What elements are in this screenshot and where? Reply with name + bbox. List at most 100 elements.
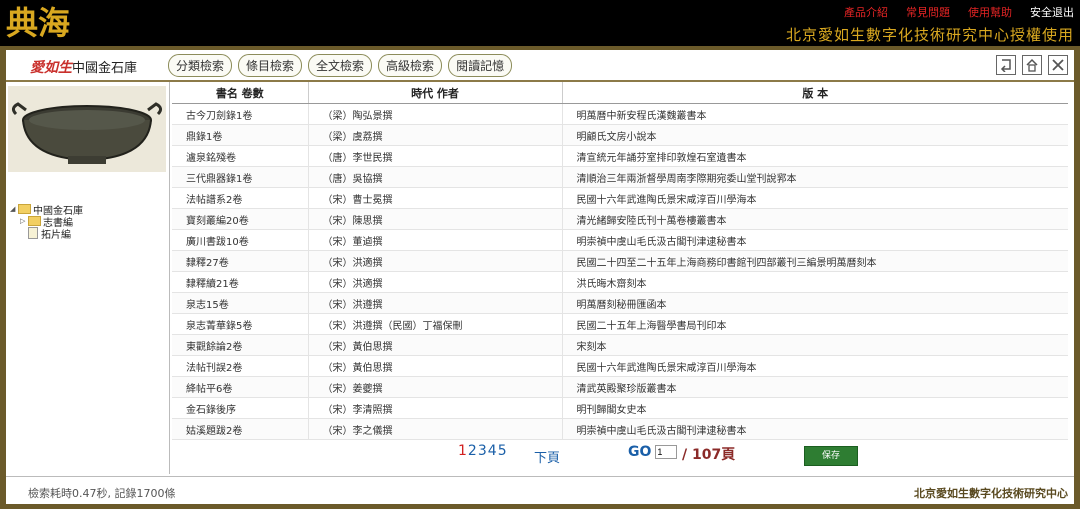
tab-reading-memory[interactable]: 閱讀記憶	[448, 54, 513, 77]
tab-category-search[interactable]: 分類檢索	[168, 54, 233, 77]
home-icon[interactable]	[1022, 55, 1042, 75]
cell-edition: 民國十六年武進陶氏景宋咸淳百川學海本	[562, 187, 1068, 209]
faq-link[interactable]: 常見問題	[906, 4, 950, 20]
cell-title[interactable]: 法帖譜系2卷	[172, 187, 309, 209]
toolbar: 愛如生中國金石庫 分類檢索 條目檢索 全文檢索 高級檢索 閱讀記憶	[6, 50, 1074, 82]
table-row[interactable]: 泉志15卷 （宋）洪遵撰 明萬曆刻秘冊匯函本	[172, 292, 1068, 314]
cell-author: （宋）黃伯思撰	[308, 355, 563, 377]
cell-title[interactable]: 隸釋27卷	[172, 250, 309, 272]
cell-title[interactable]: 鼎錄1卷	[172, 124, 309, 146]
database-brand: 愛如生中國金石庫	[30, 57, 137, 77]
cell-title[interactable]: 法帖刊誤2卷	[172, 355, 309, 377]
expand-icon[interactable]: ▷	[20, 217, 28, 225]
cell-title[interactable]: 廣川書跋10卷	[172, 229, 309, 251]
tree-node-rubbings[interactable]: 拓片編	[10, 227, 83, 241]
tree-label-rubbings: 拓片編	[41, 229, 71, 241]
page-link[interactable]: 4	[488, 443, 497, 459]
left-sidebar: ◢ 中國金石庫 ▷ 志書編 拓片編	[6, 82, 170, 474]
cell-author: （唐）吳協撰	[308, 166, 563, 188]
table-row[interactable]: 廣川書跋10卷 （宋）董逌撰 明崇禎中虞山毛氏汲古閣刊津逮秘書本	[172, 229, 1068, 251]
tab-advanced-search[interactable]: 高級檢索	[378, 54, 443, 77]
cell-edition: 宋刻本	[562, 334, 1068, 356]
table-row[interactable]: 東觀餘論2卷 （宋）黃伯思撰 宋刻本	[172, 334, 1068, 356]
go-button[interactable]: GO	[628, 444, 651, 460]
cell-edition: 清光緒歸安陸氏刊十萬卷樓叢書本	[562, 208, 1068, 230]
cell-title[interactable]: 古今刀劍錄1卷	[172, 103, 309, 125]
page-number-input[interactable]	[655, 445, 678, 459]
category-tree: ◢ 中國金石庫 ▷ 志書編 拓片編	[10, 203, 83, 241]
results-table: 書名 卷數 時代 作者 版 本 古今刀劍錄1卷 （梁）陶弘景撰 明萬曆中新安程氏漢魏…	[172, 82, 1068, 440]
col-author-header: 時代 作者	[308, 82, 563, 104]
search-status: 檢索耗時0.47秒, 記錄1700條	[28, 487, 176, 500]
folder-icon	[28, 216, 41, 226]
cell-author: （唐）李世民撰	[308, 145, 563, 167]
window-controls	[996, 55, 1068, 75]
table-row[interactable]: 隸釋27卷 （宋）洪適撰 民國二十四至二十五年上海商務印書館刊四部叢刊三編景明萬曆刻…	[172, 250, 1068, 272]
page-current[interactable]: 1	[458, 443, 467, 459]
cell-title[interactable]: 金石錄後序	[172, 397, 309, 419]
cell-author: （宋）洪適撰	[308, 271, 563, 293]
cell-author: （宋）曹士冕撰	[308, 187, 563, 209]
top-links: 產品介紹 常見問題 使用幫助 安全退出	[826, 4, 1074, 20]
cell-title[interactable]: 三代鼎器錄1卷	[172, 166, 309, 188]
cell-title[interactable]: 東觀餘論2卷	[172, 334, 309, 356]
cell-edition: 明崇禎中虞山毛氏汲古閣刊津逮秘書本	[562, 229, 1068, 251]
collapse-icon[interactable]: ◢	[10, 205, 18, 213]
table-row[interactable]: 絳帖平6卷 （宋）姜夔撰 清武英殿聚珍版叢書本	[172, 376, 1068, 398]
cell-author: （梁）虞荔撰	[308, 124, 563, 146]
cell-edition: 明刊歸閣女史本	[562, 397, 1068, 419]
cell-edition: 民國二十五年上海醫學書局刊印本	[562, 313, 1068, 335]
table-row[interactable]: 鼎錄1卷 （梁）虞荔撰 明顧氏文房小說本	[172, 124, 1068, 146]
product-intro-link[interactable]: 產品介紹	[844, 4, 888, 20]
table-row[interactable]: 法帖譜系2卷 （宋）曹士冕撰 民國十六年武進陶氏景宋咸淳百川學海本	[172, 187, 1068, 209]
table-row[interactable]: 法帖刊誤2卷 （宋）黃伯思撰 民國十六年武進陶氏景宋咸淳百川學海本	[172, 355, 1068, 377]
table-row[interactable]: 姑溪題跋2卷 （宋）李之儀撰 明崇禎中虞山毛氏汲古閣刊津逮秘書本	[172, 418, 1068, 440]
back-icon[interactable]	[996, 55, 1016, 75]
cell-author: （宋）董逌撰	[308, 229, 563, 251]
footer-credit: 北京愛如生數字化技術研究中心	[914, 487, 1068, 500]
cell-title[interactable]: 瀘泉銘殘卷	[172, 145, 309, 167]
close-icon[interactable]	[1048, 55, 1068, 75]
help-link[interactable]: 使用幫助	[968, 4, 1012, 20]
table-row[interactable]: 寶刻叢編20卷 （宋）陳思撰 清光緒歸安陸氏刊十萬卷樓叢書本	[172, 208, 1068, 230]
table-body: 古今刀劍錄1卷 （梁）陶弘景撰 明萬曆中新安程氏漢魏叢書本 鼎錄1卷 （梁）虞荔撰 明顧氏…	[172, 103, 1068, 440]
cell-edition: 明萬曆中新安程氏漢魏叢書本	[562, 103, 1068, 125]
cell-edition: 清宣統元年誦芬室排印敦煌石室遺書本	[562, 145, 1068, 167]
table-row[interactable]: 金石錄後序 （宋）李清照撰 明刊歸閣女史本	[172, 397, 1068, 419]
cell-title[interactable]: 泉志菁華錄5卷	[172, 313, 309, 335]
page-link[interactable]: 2	[468, 443, 477, 459]
status-bar: 檢索耗時0.47秒, 記錄1700條 北京愛如生數字化技術研究中心	[6, 476, 1074, 504]
col-edition-header: 版 本	[562, 82, 1068, 104]
cell-title[interactable]: 隸釋續21卷	[172, 271, 309, 293]
logout-link[interactable]: 安全退出	[1030, 4, 1074, 20]
next-page-link[interactable]: 下頁	[534, 447, 560, 466]
cell-title[interactable]: 泉志15卷	[172, 292, 309, 314]
table-row[interactable]: 隸釋續21卷 （宋）洪適撰 洪氏晦木齋刻本	[172, 271, 1068, 293]
table-header-row: 書名 卷數 時代 作者 版 本	[172, 82, 1068, 104]
save-button[interactable]: 保存	[804, 446, 858, 466]
total-pages: / 107頁	[682, 447, 736, 463]
cell-author: （宋）陳思撰	[308, 208, 563, 230]
results-table-container: 書名 卷數 時代 作者 版 本 古今刀劍錄1卷 （梁）陶弘景撰 明萬曆中新安程氏漢魏…	[172, 82, 1072, 440]
table-row[interactable]: 古今刀劍錄1卷 （梁）陶弘景撰 明萬曆中新安程氏漢魏叢書本	[172, 103, 1068, 125]
col-title-header: 書名 卷數	[172, 82, 309, 104]
tab-entry-search[interactable]: 條目檢索	[238, 54, 303, 77]
cell-edition: 明萬曆刻秘冊匯函本	[562, 292, 1068, 314]
folder-open-icon	[18, 204, 31, 214]
page-link[interactable]: 3	[478, 443, 487, 459]
database-name: 中國金石庫	[72, 61, 138, 76]
tab-fulltext-search[interactable]: 全文檢索	[308, 54, 373, 77]
cell-author: （宋）洪適撰	[308, 250, 563, 272]
table-row[interactable]: 泉志菁華錄5卷 （宋）洪遵撰（民國）丁福保刪 民國二十五年上海醫學書局刊印本	[172, 313, 1068, 335]
table-row[interactable]: 瀘泉銘殘卷 （唐）李世民撰 清宣統元年誦芬室排印敦煌石室遺書本	[172, 145, 1068, 167]
cell-author: （宋）黃伯思撰	[308, 334, 563, 356]
cell-title[interactable]: 姑溪題跋2卷	[172, 418, 309, 440]
table-row[interactable]: 三代鼎器錄1卷 （唐）吳協撰 清順治三年兩浙督學周南李際期宛委山堂刊說郛本	[172, 166, 1068, 188]
cell-title[interactable]: 寶刻叢編20卷	[172, 208, 309, 230]
cell-edition: 民國十六年武進陶氏景宋咸淳百川學海本	[562, 355, 1068, 377]
top-banner: 典海 產品介紹 常見問題 使用幫助 安全退出 北京愛如生數字化技術研究中心授權使…	[0, 0, 1080, 46]
page-link[interactable]: 5	[498, 443, 507, 459]
cell-edition: 清順治三年兩浙督學周南李際期宛委山堂刊說郛本	[562, 166, 1068, 188]
cell-title[interactable]: 絳帖平6卷	[172, 376, 309, 398]
goto-page: GO	[628, 444, 681, 460]
